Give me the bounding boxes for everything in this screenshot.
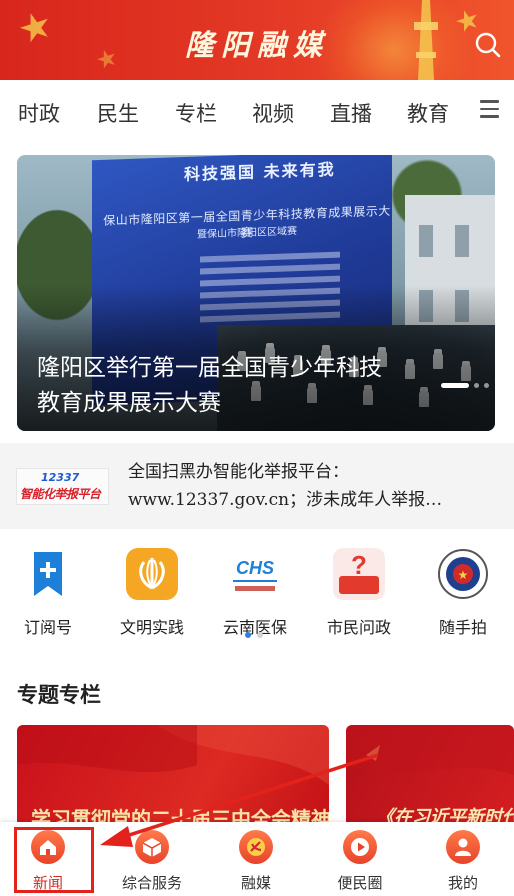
quick-link-subscription[interactable]: 订阅号 — [8, 548, 88, 638]
quick-link-civilization[interactable]: 文明实践 — [112, 548, 192, 638]
special-card[interactable]: 学习贯彻党的二十届三中全会精神 — [17, 725, 329, 835]
notice-text: 全国扫黑办智能化举报平台： www.12337.gov.cn；涉未成年人举报… — [128, 458, 484, 514]
notice-line-2: www.12337.gov.cn；涉未成年人举报… — [128, 490, 443, 510]
board-fine-print — [200, 251, 340, 263]
logo-text: 智能化举报平台 — [20, 487, 101, 501]
highlight-box — [14, 827, 94, 893]
tab-media[interactable]: 融媒 — [211, 830, 301, 893]
tab-video[interactable]: 视频 — [252, 98, 294, 128]
tab-column[interactable]: 专栏 — [175, 98, 217, 128]
app-screen: ★ ★ ★ 隆阳融媒 时政 民生 专栏 视频 直播 教育 科技强国 未来有我 保 — [0, 0, 514, 896]
report-platform-logo: 12337 智能化举报平台 — [16, 468, 109, 505]
news-banner[interactable]: 科技强国 未来有我 保山市隆阳区第一届全国青少年科技教育成果展示大赛 暨保山市隆… — [17, 155, 495, 431]
carousel-indicator — [441, 383, 491, 389]
board-slogan: 科技强国 未来有我 — [184, 159, 336, 185]
svg-text:CHS: CHS — [236, 558, 274, 578]
special-card[interactable]: 《在习近平新时代中 — [346, 725, 514, 835]
carousel-dot-active — [441, 383, 469, 388]
svg-text:?: ? — [351, 550, 367, 580]
board-fine-print — [200, 263, 340, 275]
tab-services[interactable]: 综合服务 — [107, 830, 197, 893]
tab-label: 融媒 — [240, 874, 271, 892]
tab-profile[interactable]: 我的 — [418, 830, 508, 893]
special-column-section: 专题专栏 学习贯彻党的二十届三中全会精神 《在习近平新时代中 — [0, 662, 514, 835]
section-title: 专题专栏 — [17, 683, 101, 707]
tab-label: 我的 — [447, 874, 478, 892]
carousel-dot — [474, 383, 479, 388]
svg-text:★: ★ — [458, 568, 469, 582]
quick-links: 订阅号 文明实践 CHS 云南医保 ? 市民问政 ★ 随手拍 — [0, 531, 514, 649]
bookmark-plus-icon — [34, 552, 62, 596]
civilization-icon — [126, 548, 178, 600]
quick-link-label: 订阅号 — [23, 618, 72, 637]
app-title: 隆阳融媒 — [184, 28, 329, 62]
carousel-dot — [484, 383, 489, 388]
quick-link-snapshot[interactable]: ★ 随手拍 — [423, 548, 503, 638]
tab-education[interactable]: 教育 — [407, 98, 449, 128]
user-icon — [446, 830, 480, 864]
notice-bar[interactable]: 12337 智能化举报平台 全国扫黑办智能化举报平台： www.12337.go… — [0, 443, 514, 529]
tab-politics[interactable]: 时政 — [18, 98, 60, 128]
play-icon — [343, 830, 377, 864]
tab-livelihood[interactable]: 民生 — [97, 98, 139, 128]
party-emblem-icon — [239, 830, 273, 864]
logo-number: 12337 — [41, 471, 80, 484]
quick-link-medical-insurance[interactable]: CHS 云南医保 — [215, 548, 295, 638]
quick-link-civic-inquiry[interactable]: ? 市民问政 — [319, 548, 399, 638]
app-header: ★ ★ ★ 隆阳融媒 — [0, 0, 514, 80]
police-emblem-icon: ★ — [438, 549, 488, 599]
search-icon[interactable] — [474, 31, 502, 59]
tab-community[interactable]: 便民圈 — [315, 830, 405, 893]
tab-live[interactable]: 直播 — [330, 98, 372, 128]
tab-label: 便民圈 — [337, 874, 383, 892]
quick-link-label: 随手拍 — [438, 618, 487, 637]
quick-link-label: 市民问政 — [326, 618, 391, 637]
menu-icon[interactable] — [480, 100, 500, 118]
channel-tabs: 时政 民生 专栏 视频 直播 教育 — [0, 80, 514, 142]
banner-caption: 隆阳区举行第一届全国青少年科技教育成果展示大赛 — [37, 355, 382, 416]
quick-link-label: 文明实践 — [119, 618, 184, 637]
quick-links-pager — [245, 632, 275, 640]
tab-label: 综合服务 — [121, 874, 182, 892]
box-icon — [135, 830, 169, 864]
pager-dot — [257, 632, 263, 638]
question-icon: ? — [333, 548, 385, 600]
chs-medical-insurance-icon: CHS — [229, 548, 281, 600]
pager-dot-active — [245, 632, 251, 638]
notice-line-1: 全国扫黑办智能化举报平台： — [128, 462, 349, 482]
